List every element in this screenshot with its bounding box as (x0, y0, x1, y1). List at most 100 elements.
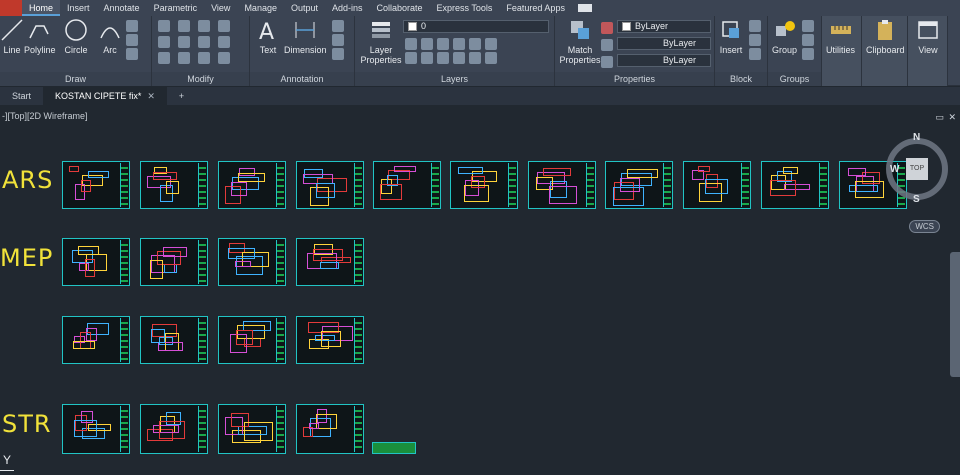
linear-dim-icon[interactable] (332, 20, 344, 32)
ungroup-icon[interactable] (802, 20, 814, 32)
drawing-sheet[interactable] (140, 404, 208, 454)
ribbon-minimize-icon[interactable] (577, 4, 592, 12)
file-tab-kostan[interactable]: KOSTAN CIPETE fix* ✕ (43, 87, 167, 105)
layer-tool-8-icon[interactable] (421, 52, 433, 64)
drawing-sheet[interactable] (62, 404, 130, 454)
clipboard-panel[interactable]: Clipboard (862, 16, 908, 86)
layer-properties-tool[interactable]: Layer Properties (359, 18, 403, 65)
properties-panel-title[interactable]: Properties (555, 72, 714, 86)
match-properties-tool[interactable]: Match Properties (559, 18, 601, 65)
layer-tool-5-icon[interactable] (469, 38, 481, 50)
drawing-sheet[interactable] (761, 161, 829, 209)
compass-north[interactable]: N (913, 132, 920, 143)
layer-tool-1-icon[interactable] (405, 38, 417, 50)
navigation-bar[interactable] (950, 252, 960, 377)
layer-tool-9-icon[interactable] (437, 52, 449, 64)
lineweight-dropdown[interactable]: ByLayer (617, 54, 711, 67)
erase-icon[interactable] (218, 20, 230, 32)
explode-icon[interactable] (218, 36, 230, 48)
compass-south[interactable]: S (913, 194, 920, 205)
scale-icon[interactable] (178, 52, 190, 64)
drawing-sheet-small[interactable] (372, 442, 416, 454)
polyline-tool[interactable]: Polyline (24, 18, 56, 55)
arc-tool[interactable]: Arc (98, 18, 122, 55)
layer-tool-12-icon[interactable] (485, 52, 497, 64)
drawing-sheet[interactable] (605, 161, 673, 209)
drawing-sheet[interactable] (140, 316, 208, 364)
drawing-sheet[interactable] (296, 316, 364, 364)
application-menu-button[interactable] (0, 0, 22, 16)
drawing-sheet[interactable] (140, 161, 208, 209)
clipboard-tool[interactable]: Clipboard (866, 18, 905, 55)
table-icon[interactable] (332, 48, 344, 60)
group-tool[interactable]: Group (772, 18, 797, 55)
mirror-icon[interactable] (178, 36, 190, 48)
viewcube[interactable]: TOP N W S (884, 130, 954, 210)
new-tab-button[interactable]: + (167, 87, 196, 105)
stretch-icon[interactable] (158, 52, 170, 64)
linetype-dropdown[interactable]: ByLayer (617, 37, 711, 50)
trim-icon[interactable] (198, 20, 210, 32)
group-edit-icon[interactable] (802, 34, 814, 46)
drawing-sheet[interactable] (62, 238, 130, 286)
tab-manage[interactable]: Manage (237, 0, 284, 16)
layer-tool-7-icon[interactable] (405, 52, 417, 64)
rotate-icon[interactable] (178, 20, 190, 32)
viewport-controls-label[interactable]: -][Top][2D Wireframe] (2, 111, 88, 121)
drawing-sheet[interactable] (218, 238, 286, 286)
view-tool[interactable]: View (916, 18, 940, 55)
layers-panel-title[interactable]: Layers (355, 72, 554, 86)
file-tab-start[interactable]: Start (0, 87, 43, 105)
layer-tool-4-icon[interactable] (453, 38, 465, 50)
text-tool[interactable]: A Text (256, 18, 280, 55)
tab-output[interactable]: Output (284, 0, 325, 16)
attribute-icon[interactable] (749, 48, 761, 60)
drawing-sheet[interactable] (218, 161, 286, 209)
view-panel[interactable]: View (908, 16, 948, 86)
drawing-sheet[interactable] (62, 161, 130, 209)
wcs-menu[interactable]: WCS (909, 220, 940, 233)
edit-block-icon[interactable] (749, 34, 761, 46)
drawing-sheet[interactable] (62, 316, 130, 364)
line-tool[interactable]: Line (0, 18, 24, 55)
tab-express-tools[interactable]: Express Tools (430, 0, 500, 16)
draw-panel-title[interactable]: Draw (0, 72, 151, 86)
layer-tool-2-icon[interactable] (421, 38, 433, 50)
drawing-sheet[interactable] (373, 161, 441, 209)
modify-panel-title[interactable]: Modify (152, 72, 249, 86)
drawing-sheet[interactable] (683, 161, 751, 209)
layer-dropdown[interactable]: 0 (403, 20, 549, 33)
array-icon[interactable] (198, 52, 210, 64)
tab-insert[interactable]: Insert (60, 0, 97, 16)
annotation-panel-title[interactable]: Annotation (250, 72, 354, 86)
create-block-icon[interactable] (749, 20, 761, 32)
layer-tool-3-icon[interactable] (437, 38, 449, 50)
drawing-sheet[interactable] (528, 161, 596, 209)
drawing-sheet[interactable] (218, 404, 286, 454)
group-select-icon[interactable] (802, 48, 814, 60)
region-icon[interactable] (126, 48, 138, 60)
tab-view[interactable]: View (204, 0, 237, 16)
leader-icon[interactable] (332, 34, 344, 46)
viewcube-top-face[interactable]: TOP (906, 158, 928, 180)
drawing-sheet[interactable] (296, 404, 364, 454)
groups-panel-title[interactable]: Groups (768, 72, 821, 86)
drawing-sheet[interactable] (218, 316, 286, 364)
drawing-viewport[interactable]: -][Top][2D Wireframe] ▭ ✕ ARS MEP STR TO… (0, 106, 960, 475)
hatch-icon[interactable] (126, 34, 138, 46)
tab-home[interactable]: Home (22, 0, 61, 16)
dimension-tool[interactable]: Dimension (284, 18, 327, 55)
color-dropdown[interactable]: ByLayer (617, 20, 711, 33)
drawing-sheet[interactable] (450, 161, 518, 209)
drawing-sheet[interactable] (140, 238, 208, 286)
block-panel-title[interactable]: Block (715, 72, 767, 86)
utilities-panel[interactable]: Utilities (822, 16, 862, 86)
layer-tool-11-icon[interactable] (469, 52, 481, 64)
close-icon[interactable]: ✕ (147, 91, 155, 101)
offset-icon[interactable] (218, 52, 230, 64)
circle-tool[interactable]: Circle (64, 18, 88, 55)
tab-annotate[interactable]: Annotate (97, 0, 147, 16)
viewport-close-icon[interactable]: ✕ (948, 112, 956, 123)
fillet-icon[interactable] (198, 36, 210, 48)
compass-west[interactable]: W (890, 164, 899, 175)
